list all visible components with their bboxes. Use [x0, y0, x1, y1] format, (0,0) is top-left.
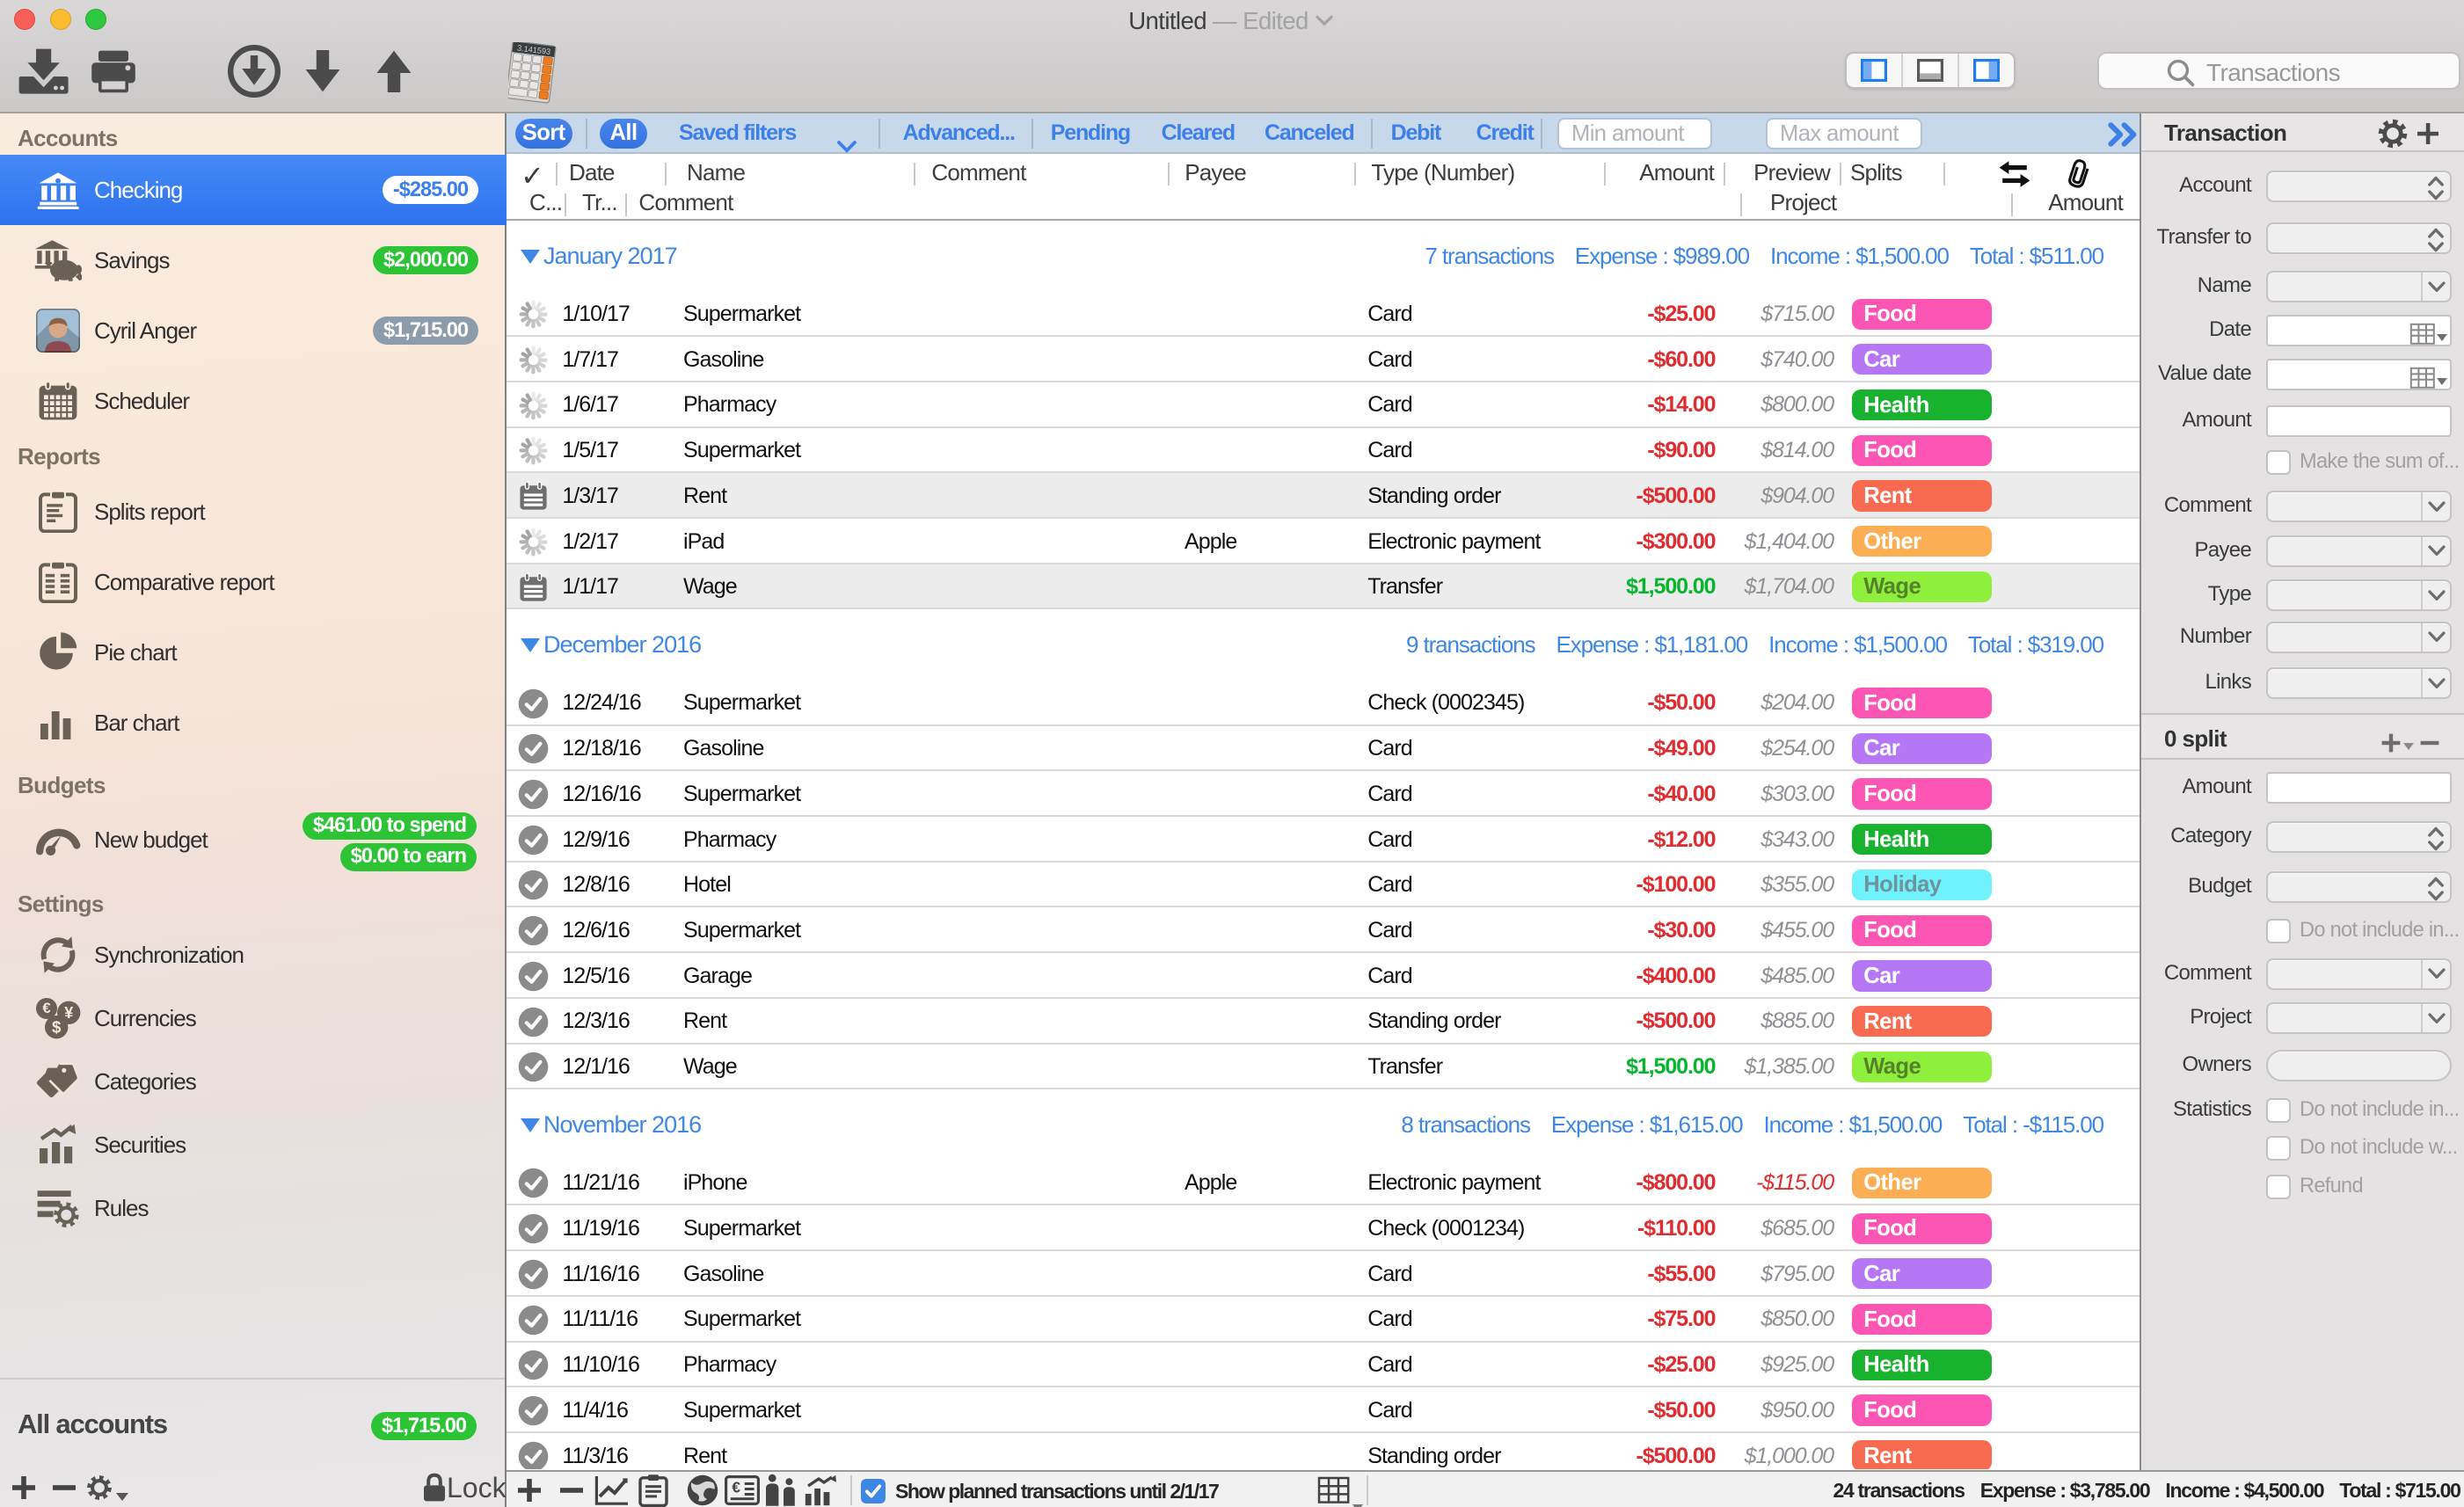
svg-text:$: $: [52, 1018, 62, 1037]
svg-text:¥: ¥: [64, 1004, 73, 1022]
svg-text:€: €: [732, 1479, 740, 1496]
svg-text:€: €: [42, 1000, 51, 1016]
